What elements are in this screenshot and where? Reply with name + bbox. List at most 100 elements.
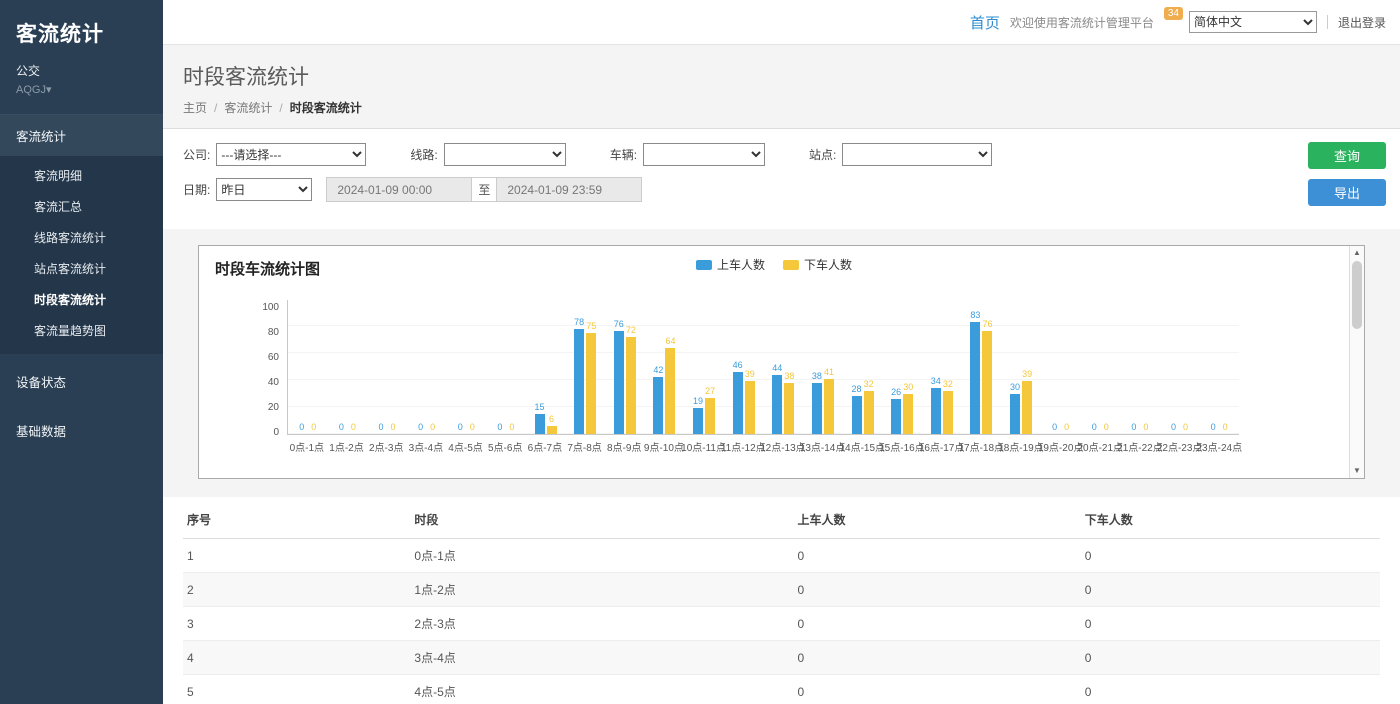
- bar-group: 2630: [882, 300, 922, 434]
- bar-col: 38: [812, 300, 822, 434]
- bar-group: 00: [328, 300, 368, 434]
- bar: [812, 383, 822, 434]
- menu-passenger-flow[interactable]: 客流统计: [0, 115, 163, 156]
- bar: [626, 337, 636, 434]
- bar: [931, 388, 941, 434]
- bar-col: 0: [376, 300, 386, 434]
- chart-body: 100806040200 000000000000156787576724264…: [199, 280, 1349, 478]
- bar-plot: 0000000000001567875767242641927463944383…: [287, 300, 1239, 435]
- submenu-flow-detail[interactable]: 客流明细: [0, 160, 163, 191]
- legend-alighting[interactable]: 下车人数: [783, 256, 852, 273]
- legend-boarding[interactable]: 上车人数: [696, 256, 765, 273]
- bar-col: 41: [824, 300, 834, 434]
- app-title: 客流统计: [0, 0, 163, 62]
- table-cell: 0: [793, 607, 1080, 641]
- language-select[interactable]: 简体中文: [1189, 11, 1317, 33]
- bar-group: 00: [447, 300, 487, 434]
- bar-col: 0: [1169, 300, 1179, 434]
- chart-scrollbar[interactable]: ▲ ▼: [1349, 246, 1364, 478]
- legend-swatch-alighting: [783, 260, 799, 270]
- bar-group: 00: [1041, 300, 1081, 434]
- scrollbar-thumb[interactable]: [1352, 261, 1362, 329]
- bar-value: 0: [339, 422, 344, 432]
- x-label: 23点-24点: [1197, 439, 1243, 454]
- x-cell: 13点-14点: [803, 439, 843, 454]
- bar-col: 0: [1141, 300, 1151, 434]
- x-cell: 12点-13点: [763, 439, 803, 454]
- bar-group: 00: [1120, 300, 1160, 434]
- bar-value: 0: [1183, 422, 1188, 432]
- table-row: 43点-4点00: [183, 641, 1380, 675]
- breadcrumb-flow[interactable]: 客流统计: [224, 99, 272, 116]
- bar: [1010, 394, 1020, 435]
- station-select[interactable]: [842, 143, 992, 166]
- bar-col: 0: [1129, 300, 1139, 434]
- date-from-input[interactable]: [326, 177, 472, 202]
- breadcrumb-separator: /: [214, 101, 217, 115]
- y-tick: 40: [268, 378, 279, 388]
- notification-badge[interactable]: 34: [1164, 7, 1183, 20]
- table-cell: 5: [183, 675, 410, 704]
- table-cell: 0: [793, 539, 1080, 573]
- submenu-passenger-flow: 客流明细 客流汇总 线路客流统计 站点客流统计 时段客流统计 客流量趋势图: [0, 156, 163, 354]
- bar-value: 30: [1010, 382, 1020, 392]
- plot-wrap: 0000000000001567875767242641927463944383…: [287, 300, 1239, 454]
- table-cell: 1: [183, 539, 410, 573]
- bar-value: 0: [1211, 422, 1216, 432]
- table-cell: 0: [1081, 573, 1380, 607]
- bar-group: 3841: [803, 300, 843, 434]
- submenu-line-stats[interactable]: 线路客流统计: [0, 222, 163, 253]
- org-label: 公交: [16, 62, 147, 79]
- breadcrumb-home[interactable]: 主页: [183, 99, 207, 116]
- bar-col: 44: [772, 300, 782, 434]
- bar-value: 75: [586, 321, 596, 331]
- period-stats-table: 序号 时段 上车人数 下车人数 10点-1点0021点-2点0032点-3点00…: [183, 501, 1380, 704]
- submenu-period-stats[interactable]: 时段客流统计: [0, 284, 163, 315]
- page-title: 时段客流统计: [183, 61, 1380, 91]
- bar: [903, 394, 913, 435]
- bar-value: 30: [903, 382, 913, 392]
- chevron-down-icon: ▾: [46, 84, 52, 96]
- menu-device-status[interactable]: 设备状态: [0, 360, 163, 403]
- user-menu[interactable]: AQGJ▾: [16, 83, 147, 96]
- company-select[interactable]: ---请选择---: [216, 143, 366, 166]
- scroll-down-icon[interactable]: ▼: [1350, 464, 1364, 478]
- breadcrumb-current: 时段客流统计: [290, 99, 362, 116]
- submenu-station-stats[interactable]: 站点客流统计: [0, 253, 163, 284]
- submenu-flow-summary[interactable]: 客流汇总: [0, 191, 163, 222]
- x-cell: 19点-20点: [1041, 439, 1081, 454]
- bar-col: 0: [1089, 300, 1099, 434]
- bar-col: 76: [982, 300, 992, 434]
- date-to-input[interactable]: [496, 177, 642, 202]
- scroll-up-icon[interactable]: ▲: [1350, 246, 1364, 260]
- bar: [535, 414, 545, 434]
- topbar-divider: [1327, 15, 1328, 29]
- line-select[interactable]: [444, 143, 566, 166]
- submenu-trend-chart[interactable]: 客流量趋势图: [0, 315, 163, 346]
- menu-base-data[interactable]: 基础数据: [0, 409, 163, 452]
- bar: [784, 383, 794, 434]
- logout-link[interactable]: 退出登录: [1338, 14, 1386, 31]
- bar-group: 4639: [724, 300, 764, 434]
- filter-row-1: 公司: ---请选择--- 线路: 车辆: 站点:: [183, 143, 1380, 166]
- x-cell: 18点-19点: [1001, 439, 1041, 454]
- home-link[interactable]: 首页: [970, 12, 1000, 33]
- x-cell: 6点-7点: [525, 439, 565, 454]
- table-cell: 0: [793, 641, 1080, 675]
- bar-value: 39: [745, 369, 755, 379]
- x-label: 7点-8点: [567, 439, 601, 454]
- query-button[interactable]: 查询: [1308, 142, 1386, 169]
- date-preset-select[interactable]: 昨日: [216, 178, 312, 201]
- vehicle-select[interactable]: [643, 143, 765, 166]
- date-to-label: 至: [471, 177, 497, 202]
- table-row: 32点-3点00: [183, 607, 1380, 641]
- bar-value: 38: [784, 371, 794, 381]
- bar-value: 0: [1104, 422, 1109, 432]
- sidebar-menu: 客流统计 客流明细 客流汇总 线路客流统计 站点客流统计 时段客流统计 客流量趋…: [0, 114, 163, 452]
- export-button[interactable]: 导出: [1308, 179, 1386, 206]
- bar-col: 42: [653, 300, 663, 434]
- table-cell: 0: [793, 573, 1080, 607]
- bar: [745, 381, 755, 434]
- bar-value: 26: [891, 387, 901, 397]
- table-cell: 2点-3点: [410, 607, 793, 641]
